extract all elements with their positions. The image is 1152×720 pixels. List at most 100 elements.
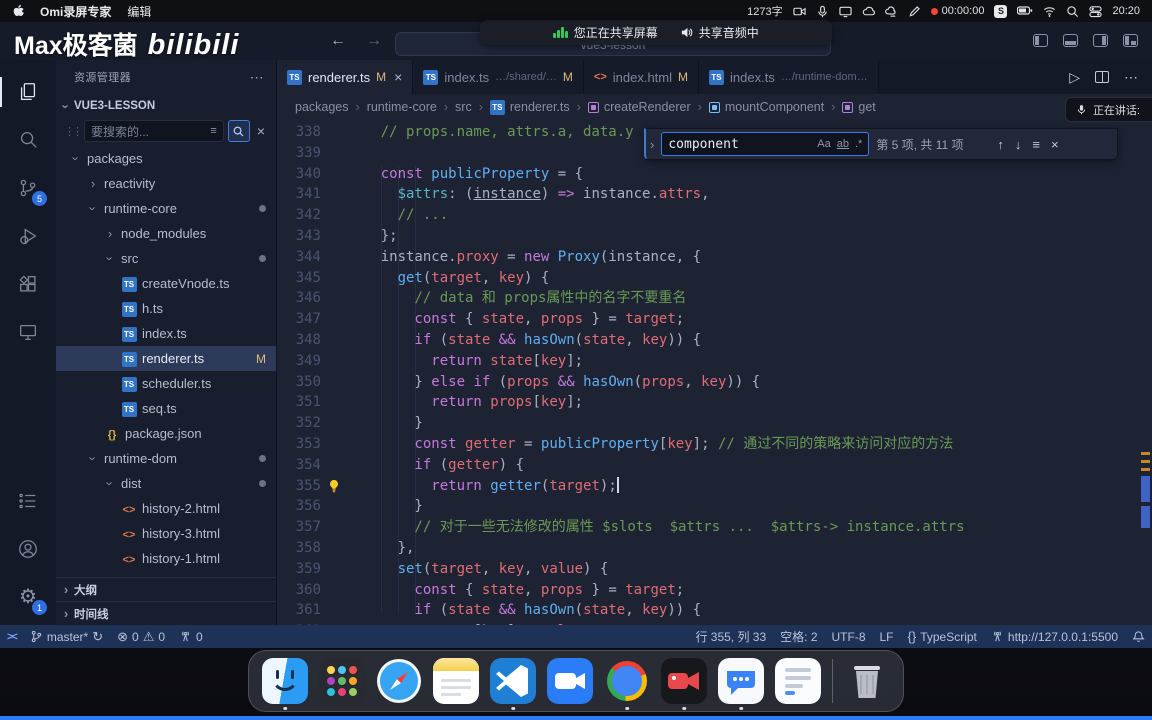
find-input[interactable]: component Aa ab .* bbox=[661, 132, 870, 156]
tree-item-renderer.ts[interactable]: TS renderer.ts M bbox=[56, 346, 276, 371]
toggle-sidebar-icon[interactable] bbox=[1033, 34, 1048, 47]
dock-trash-icon[interactable] bbox=[844, 658, 890, 704]
breadcrumb-src[interactable]: src bbox=[455, 100, 472, 114]
dock-finder-icon[interactable] bbox=[262, 658, 308, 710]
code-text[interactable]: // ... bbox=[347, 205, 1152, 226]
remote-indicator[interactable]: >< bbox=[0, 625, 23, 648]
checklist-icon[interactable] bbox=[0, 477, 56, 525]
tab-close-icon[interactable]: × bbox=[394, 69, 402, 85]
remote-explorer-icon[interactable] bbox=[0, 308, 56, 356]
code-text[interactable]: } bbox=[347, 496, 1152, 517]
tab-renderer.ts[interactable]: TS renderer.ts M × bbox=[277, 60, 414, 94]
code-text[interactable]: return state[key]; bbox=[347, 351, 1152, 372]
find-next-icon[interactable]: ↓ bbox=[1013, 137, 1024, 152]
toggle-panel-icon[interactable] bbox=[1063, 34, 1078, 47]
tree-item-runtime-dom[interactable]: › runtime-dom bbox=[56, 446, 276, 471]
ports-item[interactable]: 0 bbox=[172, 625, 210, 648]
display-icon[interactable] bbox=[839, 5, 852, 18]
split-editor-icon[interactable] bbox=[1095, 71, 1109, 83]
source-control-icon[interactable]: 5 bbox=[0, 164, 56, 212]
project-section-header[interactable]: › VUE3-LESSON bbox=[56, 94, 276, 118]
run-debug-icon[interactable] bbox=[0, 212, 56, 260]
tree-item-scheduler.ts[interactable]: TS scheduler.ts bbox=[56, 371, 276, 396]
filter-close-icon[interactable]: × bbox=[254, 123, 268, 139]
dock-recorder-icon[interactable] bbox=[661, 658, 707, 710]
dock-safari-icon[interactable] bbox=[376, 658, 422, 704]
code-text[interactable]: }; bbox=[347, 226, 1152, 247]
tree-item-index.ts[interactable]: TS index.ts bbox=[56, 321, 276, 346]
cloud-icon[interactable] bbox=[862, 5, 875, 18]
live-server-item[interactable]: http://127.0.0.1:5500 bbox=[984, 625, 1125, 648]
toggle-replace-chevron-icon[interactable]: › bbox=[650, 137, 654, 152]
dock-meeting-icon[interactable] bbox=[547, 658, 593, 704]
code-text[interactable]: $attrs: (instance) => instance.attrs, bbox=[347, 184, 1152, 205]
code-text[interactable]: set(target, key, value) { bbox=[347, 559, 1152, 580]
code-text[interactable]: get(target, key) { bbox=[347, 268, 1152, 289]
dock-docs-icon[interactable] bbox=[775, 658, 821, 704]
editor-more-icon[interactable]: ⋯ bbox=[1124, 69, 1138, 86]
tab-index.ts[interactable]: TS index.ts …/shared/… M bbox=[413, 60, 584, 94]
nav-back-icon[interactable]: ← bbox=[330, 32, 346, 50]
eol[interactable]: LF bbox=[873, 625, 901, 648]
menubar-clock[interactable]: 20:20 bbox=[1112, 5, 1140, 17]
tree-item-history-1.html[interactable]: <> history-1.html bbox=[56, 546, 276, 571]
menubar-menu-edit[interactable]: 编辑 bbox=[127, 3, 151, 20]
tree-item-history-2.html[interactable]: <> history-2.html bbox=[56, 496, 276, 521]
code-editor[interactable]: 338 // props.name, attrs.a, data.y 339 340… bbox=[277, 120, 1152, 625]
apple-menu-icon[interactable] bbox=[12, 4, 24, 18]
code-text[interactable]: return props[key]; bbox=[347, 392, 1152, 413]
code-text[interactable]: } else if (props && hasOwn(props, key)) … bbox=[347, 372, 1152, 393]
breadcrumb-runtime-core[interactable]: runtime-core bbox=[367, 100, 437, 114]
breadcrumb-packages[interactable]: packages bbox=[295, 100, 349, 114]
tree-item-h.ts[interactable]: TS h.ts bbox=[56, 296, 276, 321]
code-text[interactable]: const publicProperty = { bbox=[347, 164, 1152, 185]
find-close-icon[interactable]: × bbox=[1049, 137, 1061, 152]
tree-item-reactivity[interactable]: › reactivity bbox=[56, 171, 276, 196]
code-text[interactable]: const { state, props } = target; bbox=[347, 580, 1152, 601]
fuzzy-search-button[interactable] bbox=[227, 120, 250, 142]
find-prev-icon[interactable]: ↑ bbox=[995, 137, 1006, 152]
find-in-selection-icon[interactable]: ≡ bbox=[1030, 137, 1042, 152]
git-branch-item[interactable]: master* ↻ bbox=[23, 625, 110, 648]
control-center-icon[interactable] bbox=[1089, 5, 1103, 18]
tree-item-node_modules[interactable]: › node_modules bbox=[56, 221, 276, 246]
code-text[interactable]: } bbox=[347, 413, 1152, 434]
outline-section[interactable]: › 大纲 bbox=[56, 577, 276, 601]
dock-chat-icon[interactable] bbox=[718, 658, 764, 710]
indent-setting[interactable]: 空格: 2 bbox=[773, 625, 824, 648]
sidebar-more-icon[interactable]: ⋯ bbox=[250, 69, 264, 86]
settings-gear-icon[interactable]: ⚙ 1 bbox=[0, 573, 56, 621]
code-text[interactable]: const { state, props } = target; bbox=[347, 309, 1152, 330]
code-text[interactable]: return getter(target); bbox=[347, 476, 1152, 497]
tree-item-dist[interactable]: › dist bbox=[56, 471, 276, 496]
extensions-icon[interactable] bbox=[0, 260, 56, 308]
regex-toggle[interactable]: .* bbox=[855, 138, 862, 150]
s-app-icon[interactable]: S bbox=[994, 4, 1008, 18]
search-view-icon[interactable] bbox=[0, 116, 56, 164]
match-case-toggle[interactable]: Aa bbox=[817, 138, 830, 150]
code-text[interactable]: if (getter) { bbox=[347, 455, 1152, 476]
tree-item-package.json[interactable]: {} package.json bbox=[56, 421, 276, 446]
run-file-icon[interactable]: ▷ bbox=[1069, 69, 1080, 86]
language-mode[interactable]: {} TypeScript bbox=[901, 625, 984, 648]
breadcrumb-mountComponent[interactable]: mountComponent bbox=[708, 100, 824, 114]
tree-item-packages[interactable]: › packages bbox=[56, 146, 276, 171]
dock-launchpad-icon[interactable] bbox=[319, 658, 365, 704]
code-text[interactable]: state[key] = value; bbox=[347, 621, 1152, 625]
tree-item-src[interactable]: › src bbox=[56, 246, 276, 271]
breadcrumb-createRenderer[interactable]: createRenderer bbox=[587, 100, 691, 114]
code-text[interactable]: const getter = publicProperty[key]; // 通… bbox=[347, 434, 1152, 455]
cursor-position[interactable]: 行 355, 列 33 bbox=[688, 625, 773, 648]
tree-item-runtime-core[interactable]: › runtime-core bbox=[56, 196, 276, 221]
dock-vscode-icon[interactable] bbox=[490, 658, 536, 710]
code-text[interactable]: if (state && hasOwn(state, key)) { bbox=[347, 330, 1152, 351]
drag-grip-icon[interactable]: ⋮⋮ bbox=[64, 125, 83, 138]
dock-notes-icon[interactable] bbox=[433, 658, 479, 704]
code-text[interactable]: // data 和 props属性中的名字不要重名 bbox=[347, 288, 1152, 309]
mic-icon[interactable] bbox=[816, 5, 829, 18]
tree-filter-input[interactable]: 要搜索的... ≡ bbox=[84, 120, 224, 142]
timeline-section[interactable]: › 时间线 bbox=[56, 601, 276, 625]
code-text[interactable]: if (state && hasOwn(state, key)) { bbox=[347, 600, 1152, 621]
notifications-bell-icon[interactable] bbox=[1125, 625, 1152, 648]
tree-item-history-3.html[interactable]: <> history-3.html bbox=[56, 521, 276, 546]
